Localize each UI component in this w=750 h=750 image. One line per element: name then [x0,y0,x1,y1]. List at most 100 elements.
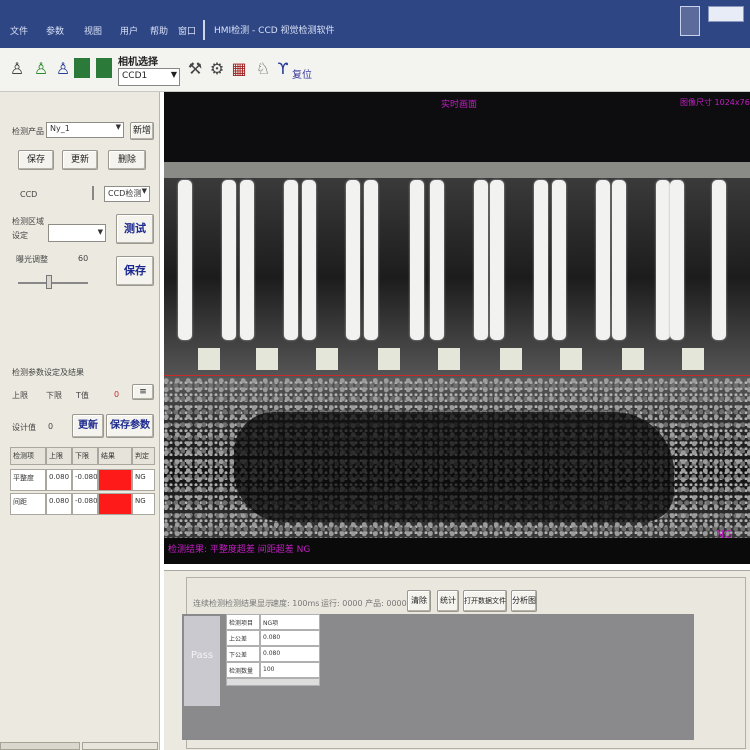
design-value: 0 [48,422,54,431]
run-icon[interactable]: ♙ [32,56,50,82]
lead-pin [490,180,504,340]
grid-header-cell: 判定 [132,447,155,465]
bottom-header-text: 连续检测检测结果显示 [193,599,273,608]
exposure-value: 60 [78,254,89,263]
delete-button[interactable]: 删除 [108,150,146,170]
lead-pin [430,180,444,340]
tool-icon[interactable]: ⚒ [186,56,204,82]
lead-pin [712,180,726,340]
clear-button[interactable]: 清除 [407,590,431,612]
grid-cell: NG [132,493,155,515]
exposure-slider-thumb[interactable] [46,275,52,289]
reference-line [164,375,750,376]
operator-icon[interactable]: ♙ [8,56,26,82]
solder-pad [316,348,338,370]
left-panel: 检测产品 Ny_1 ▼ 新增 保存 更新 删除 CCD CCD检测 ▼ 检测区域… [0,92,160,750]
menu-item-file[interactable]: 文件 [10,24,28,37]
menu-item-params[interactable]: 参数 [46,24,64,37]
login-icon[interactable]: ♙ [54,56,72,82]
open-folder-button[interactable]: 打开数据文件夹 [463,590,507,625]
update-button[interactable]: 更新 [62,150,98,170]
camera-view[interactable]: 实时画面 图像尺寸 1024x768 检测结果: 平整度超差 间距超差 NG N… [164,92,750,564]
result-table-footer [226,678,320,686]
count-button[interactable]: 统计 [437,590,459,612]
param-lower-label: 下限 [46,391,62,400]
leadframe-band [164,162,750,178]
lead-pin [222,180,236,340]
result-table-cell: 上公差 [226,630,260,646]
product-value: Ny_1 [50,124,70,133]
camera-title: 实时画面 [441,100,478,110]
lead-pin [302,180,316,340]
new-button[interactable]: 新增 [130,122,154,140]
grid-header-cell: 检测项 [10,447,46,465]
ccd-mode-select[interactable]: CCD检测 ▼ [104,186,150,202]
result-table-cell: 0.080 [260,646,320,662]
chevron-down-icon: ▼ [97,228,103,236]
menu-item-help[interactable]: 帮助 [150,24,168,37]
lead-pin [284,180,298,340]
camera-select[interactable]: CCD1 ▼ [118,68,180,86]
analyze-button[interactable]: 分析图 [511,590,537,612]
menu-item-view[interactable]: 视图 [84,24,102,37]
lead-pin [670,180,684,340]
grid-header-cell: 上限 [46,447,72,465]
detect-area-sublabel: 设定 [12,231,28,240]
pin-icon[interactable]: ϒ [274,56,292,82]
grid-cell: 平整度 [10,469,46,491]
save-params-button[interactable]: 保存参数 [106,414,154,438]
lead-pin [346,180,360,340]
solder-pad [682,348,704,370]
lead-pin [534,180,548,340]
result-table-cell: 检测数量 [226,662,260,678]
bottom-tab-1[interactable] [0,742,80,750]
reset-label[interactable]: 复位 [292,66,312,81]
grid-header-cell: 结果 [98,447,132,465]
bottom-tab-2[interactable] [82,742,158,750]
store-button[interactable]: 保存 [116,256,154,286]
camera-select-value: CCD1 [122,71,148,81]
ccd-divider [92,186,94,200]
display-icon[interactable] [96,58,112,78]
product-label: 检测产品 [12,127,44,136]
menu-item-user[interactable]: 用户 [120,24,138,37]
exposure-slider-track [18,282,88,284]
lead-pin [596,180,610,340]
monitor-icon[interactable] [74,58,90,78]
detect-area-select[interactable]: ▼ [48,224,106,242]
table-row[interactable]: 间距 0.080 -0.080 NG [10,493,155,515]
menu-item-window[interactable]: 窗口 [178,24,196,37]
solder-pad [438,348,460,370]
result-table-cell: 检测项目 [226,614,260,630]
table-row[interactable]: 平整度 0.080 -0.080 NG [10,469,155,491]
ccd-mode-value: CCD检测 [108,189,142,198]
exposure-label: 曝光调整 [16,255,48,264]
camera-select-label: 相机选择 [118,57,158,68]
lead-pin [656,180,670,340]
ccd-label: CCD [20,190,38,199]
design-value-label: 设计值 [12,423,36,432]
refresh-button[interactable]: 更新 [72,414,104,438]
param-upper-label: 上限 [12,391,28,400]
test-button[interactable]: 测试 [116,214,154,244]
grid-cell: NG [132,469,155,491]
window-controls-icon[interactable] [708,6,744,22]
lead-pin [240,180,254,340]
settings-icon[interactable]: ♘ [254,56,272,82]
grid-cell-result [98,493,132,515]
param-button[interactable]: ≡ [132,384,154,400]
user-avatar-icon[interactable] [680,6,700,36]
camera-tool-icon[interactable]: ⚙ [208,56,226,82]
toolbar: ♙ ♙ ♙ 相机选择 CCD1 ▼ ⚒ ⚙ ▦ ♘ ϒ 复位 [0,48,750,92]
solder-pad [622,348,644,370]
chevron-down-icon: ▼ [141,187,147,195]
detect-area-label: 检测区域 [12,217,44,226]
lead-pin [178,180,192,340]
product-select[interactable]: Ny_1 ▼ [46,122,124,138]
grid-cell: -0.080 [72,469,98,491]
result-table-cell: 100 [260,662,320,678]
lead-pin [552,180,566,340]
lead-pin [364,180,378,340]
record-icon[interactable]: ▦ [230,56,248,82]
save-product-button[interactable]: 保存 [18,150,54,170]
